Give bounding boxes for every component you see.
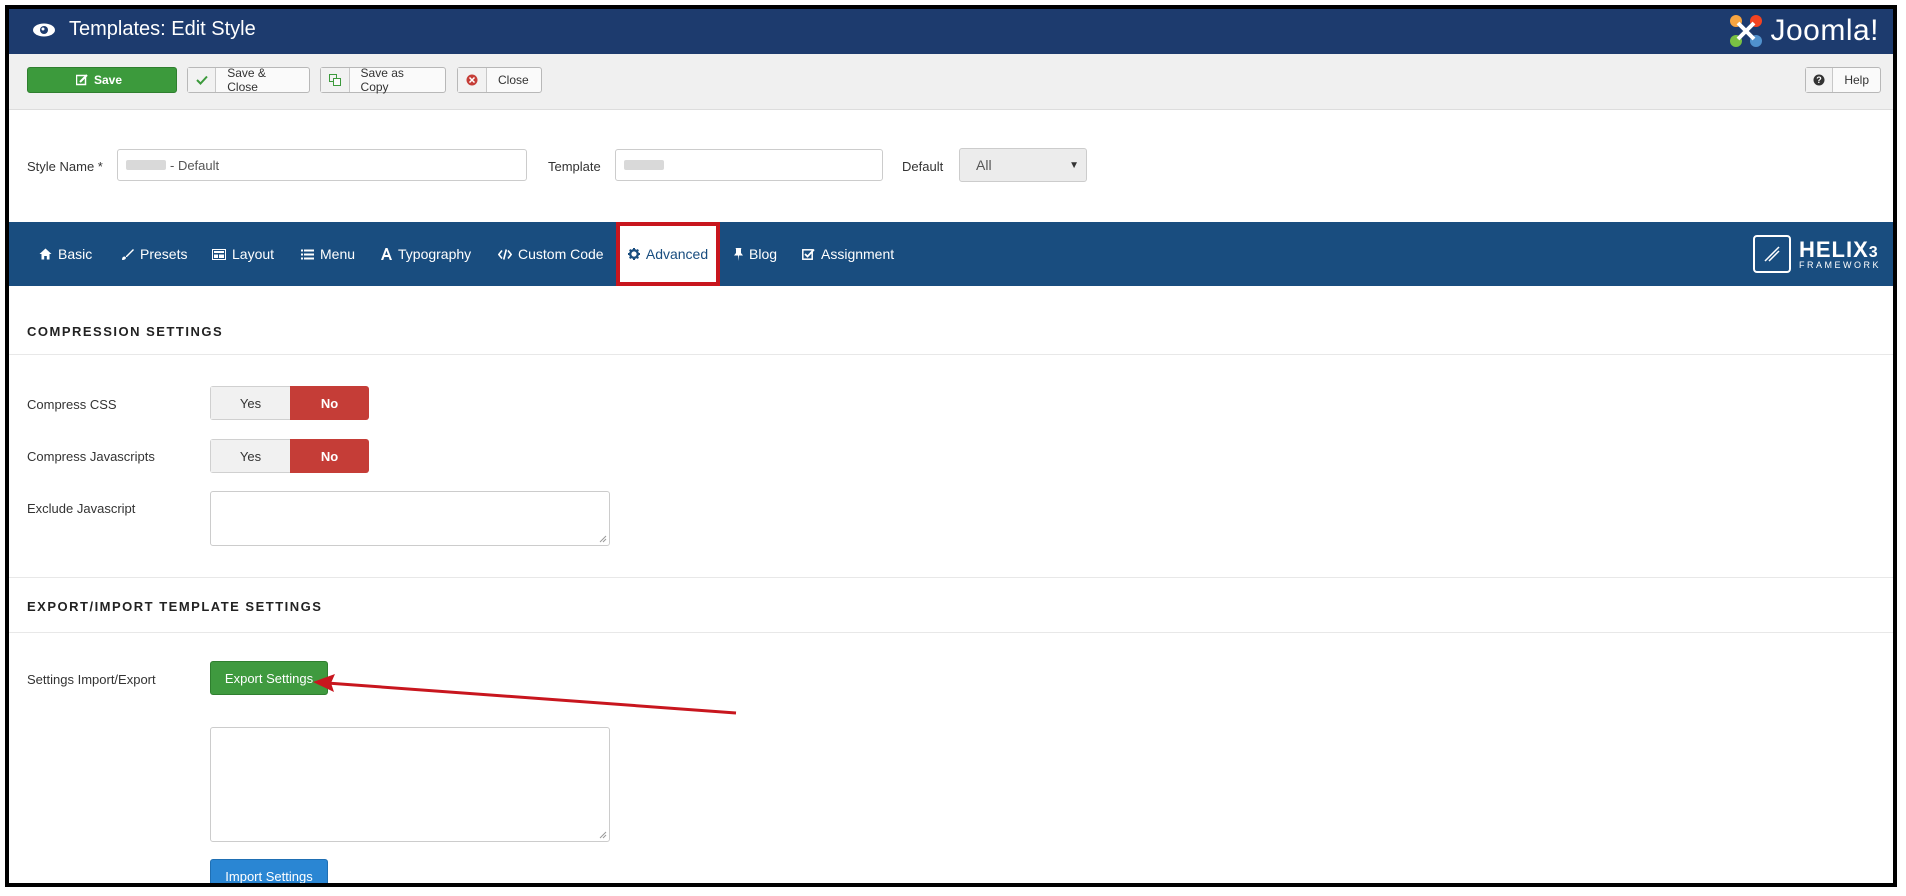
default-select[interactable]: All ▼ — [959, 148, 1087, 182]
list-icon — [301, 249, 314, 259]
joomla-logo: Joomla! — [1728, 13, 1879, 49]
toolbar: Save Save & Close Save as Copy Close ? H… — [9, 54, 1893, 110]
redacted-text — [126, 160, 166, 170]
svg-text:?: ? — [1816, 75, 1822, 85]
default-select-value: All — [976, 157, 992, 173]
resize-grip-icon[interactable] — [599, 535, 607, 543]
pin-icon — [734, 247, 743, 261]
helix-version: 3 — [1868, 243, 1879, 261]
tab-typography-label: Typography — [398, 246, 472, 262]
help-label: Help — [1844, 73, 1869, 87]
code-icon — [498, 248, 512, 260]
tab-custom-code[interactable]: Custom Code — [498, 222, 604, 286]
section-divider — [9, 577, 1893, 578]
layout-icon — [212, 248, 226, 260]
app-window: Templates: Edit Style Joomla! Save Save … — [5, 5, 1897, 887]
tab-menu[interactable]: Menu — [301, 222, 355, 286]
close-icon — [458, 68, 487, 92]
compress-js-toggle[interactable]: Yes No — [210, 439, 369, 473]
tab-presets-label: Presets — [140, 246, 188, 262]
tab-custom-code-label: Custom Code — [518, 246, 604, 262]
compress-css-toggle[interactable]: Yes No — [210, 386, 369, 420]
template-input[interactable] — [615, 149, 883, 181]
template-label: Template — [548, 159, 601, 174]
compress-js-yes[interactable]: Yes — [210, 439, 290, 473]
exclude-js-label: Exclude Javascript — [27, 501, 136, 516]
tab-presets[interactable]: Presets — [121, 222, 187, 286]
brush-icon — [122, 248, 134, 260]
tab-advanced-label: Advanced — [645, 246, 709, 262]
helix-logo: HELIX3 FRAMEWORK — [1753, 232, 1881, 276]
compress-css-yes[interactable]: Yes — [210, 386, 290, 420]
tab-basic[interactable]: Basic — [39, 222, 92, 286]
tab-layout-label: Layout — [232, 246, 275, 262]
save-button[interactable]: Save — [27, 67, 177, 93]
redacted-text — [624, 160, 664, 170]
compress-css-no[interactable]: No — [290, 386, 369, 420]
gear-icon — [627, 248, 640, 260]
compress-js-label: Compress Javascripts — [27, 449, 155, 464]
style-name-value: - Default — [170, 157, 220, 173]
resize-grip-icon[interactable] — [599, 831, 607, 839]
tab-basic-label: Basic — [58, 246, 93, 262]
save-copy-label: Save as Copy — [360, 66, 404, 94]
home-icon — [39, 248, 52, 260]
font-icon — [381, 248, 392, 260]
settings-tabbar: Basic Presets Layout Menu Typography Cus… — [9, 222, 1893, 286]
close-label: Close — [498, 73, 529, 87]
export-import-section-title: EXPORT/IMPORT TEMPLATE SETTINGS — [27, 599, 323, 614]
tab-assignment-label: Assignment — [821, 246, 895, 262]
caret-down-icon: ▼ — [1069, 160, 1079, 171]
save-label: Save — [93, 73, 123, 87]
settings-import-export-label: Settings Import/Export — [27, 672, 156, 687]
tab-assignment[interactable]: Assignment — [802, 222, 894, 286]
joomla-icon — [1730, 15, 1763, 47]
page-title: Templates: Edit Style — [69, 18, 256, 40]
tab-advanced[interactable]: Advanced — [616, 222, 720, 286]
section-divider — [9, 632, 1893, 633]
compress-js-no[interactable]: No — [290, 439, 369, 473]
copy-icon — [321, 68, 350, 92]
annotation-arrow-icon — [313, 674, 737, 715]
question-icon: ? — [1806, 68, 1834, 92]
edit-icon — [75, 74, 88, 86]
compression-section-title: COMPRESSION SETTINGS — [27, 324, 224, 339]
settings-json-textarea[interactable] — [210, 727, 610, 842]
joomla-wordmark: Joomla! — [1770, 14, 1879, 47]
tab-layout[interactable]: Layout — [212, 222, 274, 286]
tab-blog-label: Blog — [749, 246, 778, 262]
tab-menu-label: Menu — [320, 246, 356, 262]
import-settings-button[interactable]: Import Settings — [210, 859, 328, 883]
check-square-icon — [802, 248, 815, 260]
style-name-input[interactable]: - Default — [117, 149, 527, 181]
tab-typography[interactable]: Typography — [381, 222, 471, 286]
exclude-js-textarea[interactable] — [210, 491, 610, 546]
default-label: Default — [902, 159, 944, 174]
help-button[interactable]: ? Help — [1805, 67, 1881, 93]
save-copy-button[interactable]: Save as Copy — [320, 66, 446, 94]
save-close-button[interactable]: Save & Close — [187, 66, 310, 94]
save-close-label: Save & Close — [227, 66, 266, 94]
close-button[interactable]: Close — [457, 67, 542, 93]
style-name-label: Style Name * — [27, 159, 103, 174]
helix-name: HELIX — [1799, 236, 1869, 262]
compress-css-label: Compress CSS — [27, 397, 117, 412]
section-divider — [9, 354, 1893, 355]
helix-subtitle: FRAMEWORK — [1799, 259, 1881, 270]
tab-blog[interactable]: Blog — [734, 222, 777, 286]
helix-icon — [1753, 235, 1791, 273]
top-header: Templates: Edit Style Joomla! — [9, 9, 1893, 54]
check-icon — [188, 68, 217, 92]
eye-icon — [33, 23, 55, 37]
